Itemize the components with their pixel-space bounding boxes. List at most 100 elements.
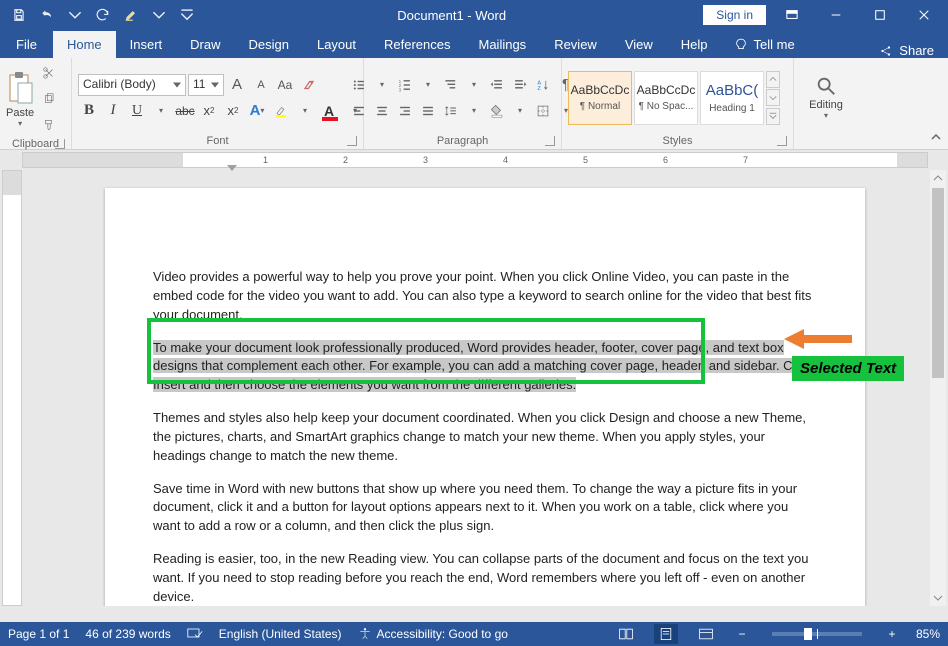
multilevel-list-icon[interactable] bbox=[440, 74, 462, 96]
collapse-ribbon-icon[interactable] bbox=[924, 58, 948, 149]
qat-customize-icon[interactable] bbox=[174, 2, 200, 28]
bullets-more-icon[interactable]: ▾ bbox=[371, 74, 393, 96]
tab-draw[interactable]: Draw bbox=[176, 31, 234, 58]
font-name-select[interactable]: Calibri (Body) bbox=[78, 74, 186, 96]
strikethrough-button[interactable]: abc bbox=[174, 100, 196, 122]
redo-icon[interactable] bbox=[90, 2, 116, 28]
sign-in-button[interactable]: Sign in bbox=[703, 5, 766, 25]
vertical-ruler[interactable] bbox=[2, 170, 22, 606]
numbering-more-icon[interactable]: ▾ bbox=[417, 74, 439, 96]
paragraph-1[interactable]: Video provides a powerful way to help yo… bbox=[153, 268, 817, 325]
styles-launcher-icon[interactable] bbox=[777, 136, 787, 146]
tab-review[interactable]: Review bbox=[540, 31, 611, 58]
tab-mailings[interactable]: Mailings bbox=[465, 31, 541, 58]
minimize-icon[interactable] bbox=[818, 1, 854, 29]
sort-icon[interactable]: AZ bbox=[532, 74, 554, 96]
zoom-slider[interactable] bbox=[772, 632, 862, 636]
share-button[interactable]: Share bbox=[899, 43, 934, 58]
superscript-button[interactable]: x2 bbox=[222, 100, 244, 122]
highlight-color-icon[interactable] bbox=[270, 100, 292, 122]
tab-design[interactable]: Design bbox=[235, 31, 303, 58]
tab-home[interactable]: Home bbox=[53, 31, 116, 58]
multilevel-more-icon[interactable]: ▾ bbox=[463, 74, 485, 96]
shading-icon[interactable] bbox=[486, 100, 508, 122]
zoom-level[interactable]: 85% bbox=[916, 627, 940, 641]
decrease-indent-icon[interactable] bbox=[486, 74, 508, 96]
bold-button[interactable]: B bbox=[78, 100, 100, 122]
highlight-more-icon[interactable]: ▾ bbox=[294, 100, 316, 122]
format-painter-icon[interactable] bbox=[38, 114, 60, 136]
close-icon[interactable] bbox=[906, 1, 942, 29]
font-size-select[interactable]: 11 bbox=[188, 74, 224, 96]
copy-icon[interactable] bbox=[38, 88, 60, 110]
zoom-in-button[interactable]: + bbox=[884, 627, 900, 641]
highlight-icon[interactable] bbox=[118, 2, 144, 28]
increase-indent-icon[interactable] bbox=[509, 74, 531, 96]
style-heading-1[interactable]: AaBbC( Heading 1 bbox=[700, 71, 764, 125]
paragraph-3[interactable]: Themes and styles also help keep your do… bbox=[153, 409, 817, 466]
style-no-spacing[interactable]: AaBbCcDc ¶ No Spac... bbox=[634, 71, 698, 125]
italic-button[interactable]: I bbox=[102, 100, 124, 122]
editing-button[interactable]: Editing ▾ bbox=[809, 75, 843, 120]
status-language[interactable]: English (United States) bbox=[219, 627, 342, 641]
status-spellcheck-icon[interactable] bbox=[187, 626, 203, 643]
tab-layout[interactable]: Layout bbox=[303, 31, 370, 58]
document-page[interactable]: Video provides a powerful way to help yo… bbox=[105, 188, 865, 606]
text-effects-icon[interactable]: A▾ bbox=[246, 100, 268, 122]
underline-more-icon[interactable]: ▾ bbox=[150, 100, 172, 122]
tab-help[interactable]: Help bbox=[667, 31, 722, 58]
undo-icon[interactable] bbox=[34, 2, 60, 28]
styles-gallery-scroll[interactable] bbox=[766, 71, 780, 125]
tell-me-search[interactable]: Tell me bbox=[722, 31, 807, 58]
tab-references[interactable]: References bbox=[370, 31, 464, 58]
clipboard-launcher-icon[interactable] bbox=[55, 139, 65, 149]
paragraph-2-selected[interactable]: To make your document look professionall… bbox=[153, 339, 817, 396]
shrink-font-icon[interactable]: A bbox=[250, 74, 272, 96]
grow-font-icon[interactable]: A bbox=[226, 74, 248, 96]
gallery-expand-icon[interactable] bbox=[766, 108, 780, 125]
numbering-icon[interactable]: 123 bbox=[394, 74, 416, 96]
bullets-icon[interactable] bbox=[348, 74, 370, 96]
paragraph-4[interactable]: Save time in Word with new buttons that … bbox=[153, 480, 817, 537]
tab-view[interactable]: View bbox=[611, 31, 667, 58]
align-center-icon[interactable] bbox=[371, 100, 393, 122]
style-normal[interactable]: AaBbCcDc ¶ Normal bbox=[568, 71, 632, 125]
shading-more-icon[interactable]: ▾ bbox=[509, 100, 531, 122]
gallery-down-icon[interactable] bbox=[766, 89, 780, 106]
scroll-down-icon[interactable] bbox=[930, 590, 946, 606]
borders-icon[interactable] bbox=[532, 100, 554, 122]
paragraph-launcher-icon[interactable] bbox=[545, 136, 555, 146]
align-right-icon[interactable] bbox=[394, 100, 416, 122]
read-mode-icon[interactable] bbox=[614, 624, 638, 644]
ribbon-display-icon[interactable] bbox=[774, 1, 810, 29]
maximize-icon[interactable] bbox=[862, 1, 898, 29]
qat-dropdown-icon[interactable] bbox=[146, 2, 172, 28]
justify-icon[interactable] bbox=[417, 100, 439, 122]
change-case-icon[interactable]: Aa bbox=[274, 74, 296, 96]
status-page[interactable]: Page 1 of 1 bbox=[8, 627, 69, 641]
web-layout-icon[interactable] bbox=[694, 624, 718, 644]
gallery-up-icon[interactable] bbox=[766, 71, 780, 88]
clear-format-icon[interactable] bbox=[298, 74, 320, 96]
status-accessibility[interactable]: Accessibility: Good to go bbox=[358, 627, 508, 641]
horizontal-ruler[interactable]: 1 2 3 4 5 6 7 bbox=[22, 152, 928, 168]
subscript-button[interactable]: x2 bbox=[198, 100, 220, 122]
zoom-out-button[interactable]: − bbox=[734, 627, 750, 641]
save-icon[interactable] bbox=[6, 2, 32, 28]
scroll-up-icon[interactable] bbox=[930, 170, 946, 186]
scroll-thumb[interactable] bbox=[932, 188, 944, 378]
paste-button[interactable]: Paste ▾ bbox=[6, 71, 34, 128]
paragraph-5[interactable]: Reading is easier, too, in the new Readi… bbox=[153, 550, 817, 606]
status-word-count[interactable]: 46 of 239 words bbox=[85, 627, 170, 641]
font-launcher-icon[interactable] bbox=[347, 136, 357, 146]
underline-button[interactable]: U bbox=[126, 100, 148, 122]
tab-insert[interactable]: Insert bbox=[116, 31, 177, 58]
cut-icon[interactable] bbox=[38, 62, 60, 84]
undo-more-icon[interactable] bbox=[62, 2, 88, 28]
spacing-more-icon[interactable]: ▾ bbox=[463, 100, 485, 122]
line-spacing-icon[interactable] bbox=[440, 100, 462, 122]
align-left-icon[interactable] bbox=[348, 100, 370, 122]
print-layout-icon[interactable] bbox=[654, 624, 678, 644]
vertical-scrollbar[interactable] bbox=[930, 170, 946, 606]
tab-file[interactable]: File bbox=[0, 31, 53, 58]
